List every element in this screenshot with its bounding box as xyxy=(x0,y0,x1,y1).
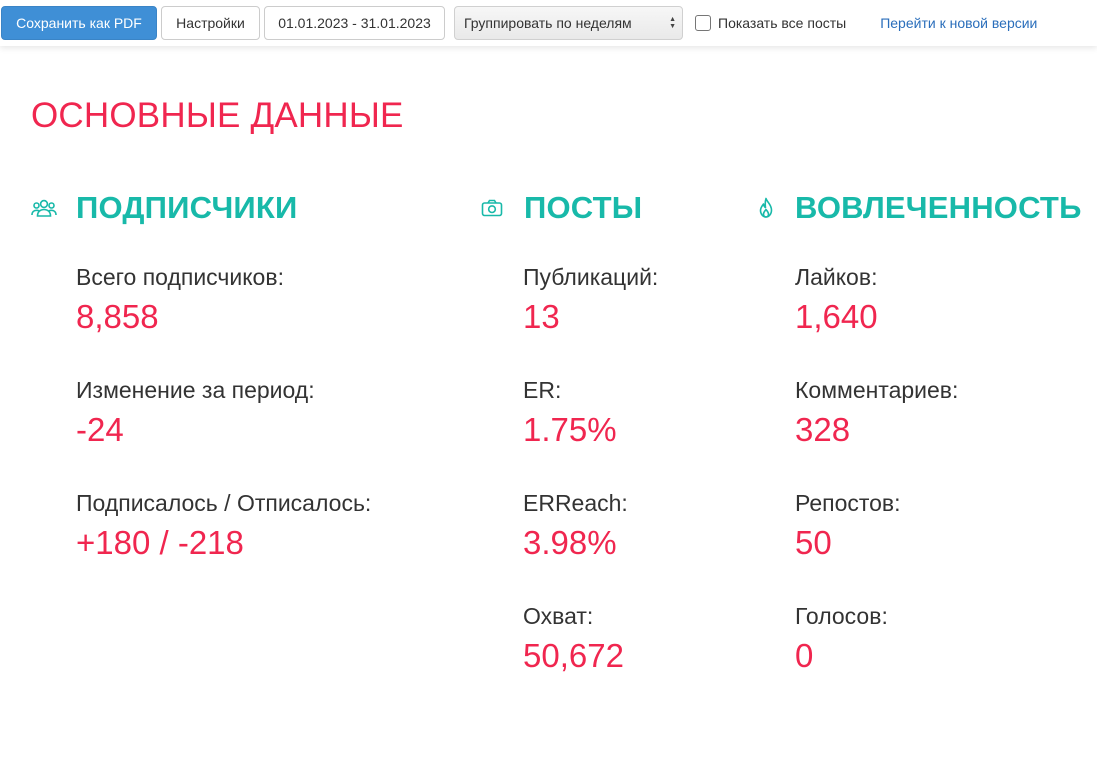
metric-label: Голосов: xyxy=(795,603,888,629)
metric-label: Охват: xyxy=(523,603,594,629)
flame-icon xyxy=(752,194,780,222)
metric-value: 13 xyxy=(523,298,560,335)
posts-title: ПОСТЫ xyxy=(524,190,643,225)
metric-comments: Комментариев: 328 xyxy=(795,376,958,456)
metric-label: Репостов: xyxy=(795,490,901,516)
metric-label: Изменение за период: xyxy=(76,377,315,403)
metric-er: ER: 1.75% xyxy=(523,376,658,456)
metric-label: ERReach: xyxy=(523,490,628,516)
metric-reach: Охват: 50,672 xyxy=(523,602,658,682)
metric-value: 8,858 xyxy=(76,298,159,335)
save-pdf-button[interactable]: Сохранить как PDF xyxy=(1,6,157,40)
metric-label: Лайков: xyxy=(795,264,878,290)
date-range-button[interactable]: 01.01.2023 - 31.01.2023 xyxy=(264,6,445,40)
users-icon xyxy=(30,194,58,222)
metric-value: 328 xyxy=(795,411,851,448)
metric-value: 3.98% xyxy=(523,524,617,561)
metric-value: 1,640 xyxy=(795,298,878,335)
metric-label: Публикаций: xyxy=(523,264,659,290)
metric-total-subscribers: Всего подписчиков: 8,858 xyxy=(76,263,371,343)
metric-value: 50,672 xyxy=(523,637,624,674)
subscribers-metrics: Всего подписчиков: 8,858 Изменение за пе… xyxy=(76,263,371,602)
page-title: ОСНОВНЫЕ ДАННЫЕ xyxy=(31,96,404,135)
metric-value: 1.75% xyxy=(523,411,617,448)
engagement-metrics: Лайков: 1,640 Комментариев: 328 Репостов… xyxy=(795,263,958,715)
camera-icon xyxy=(478,194,506,222)
group-by-select[interactable]: Группировать по неделям ▲ ▼ xyxy=(454,6,683,40)
metric-label: Всего подписчиков: xyxy=(76,264,284,290)
metric-label: Комментариев: xyxy=(795,377,959,403)
metric-erreach: ERReach: 3.98% xyxy=(523,489,658,569)
posts-metrics: Публикаций: 13 ER: 1.75% ERReach: 3.98% … xyxy=(523,263,658,715)
settings-button[interactable]: Настройки xyxy=(161,6,260,40)
posts-section-header: ПОСТЫ xyxy=(478,190,642,226)
metric-value: 50 xyxy=(795,524,832,561)
metric-value: 0 xyxy=(795,637,814,674)
metric-subscribed-unsubscribed: Подписалось / Отписалось: +180 / -218 xyxy=(76,489,371,569)
metric-votes: Голосов: 0 xyxy=(795,602,958,682)
group-by-selected-value: Группировать по неделям xyxy=(464,15,632,31)
metric-reposts: Репостов: 50 xyxy=(795,489,958,569)
new-version-link[interactable]: Перейти к новой версии xyxy=(880,15,1037,31)
engagement-section-header: ВОВЛЕЧЕННОСТЬ xyxy=(752,190,1082,226)
subscribers-section-header: ПОДПИСЧИКИ xyxy=(30,190,298,226)
select-arrows-icon: ▲ ▼ xyxy=(669,16,676,30)
show-all-posts-label: Показать все посты xyxy=(718,15,847,31)
metric-period-change: Изменение за период: -24 xyxy=(76,376,371,456)
metric-likes: Лайков: 1,640 xyxy=(795,263,958,343)
show-all-posts-toggle[interactable]: Показать все посты xyxy=(695,15,846,31)
toolbar: Сохранить как PDF Настройки 01.01.2023 -… xyxy=(0,0,1097,46)
metric-publications: Публикаций: 13 xyxy=(523,263,658,343)
metric-label: ER: xyxy=(523,377,562,403)
subscribers-title: ПОДПИСЧИКИ xyxy=(76,190,298,225)
engagement-title: ВОВЛЕЧЕННОСТЬ xyxy=(795,190,1082,225)
metric-value: +180 / -218 xyxy=(76,524,244,561)
metric-label: Подписалось / Отписалось: xyxy=(76,490,372,516)
metric-value: -24 xyxy=(76,411,124,448)
show-all-posts-checkbox[interactable] xyxy=(695,15,711,31)
